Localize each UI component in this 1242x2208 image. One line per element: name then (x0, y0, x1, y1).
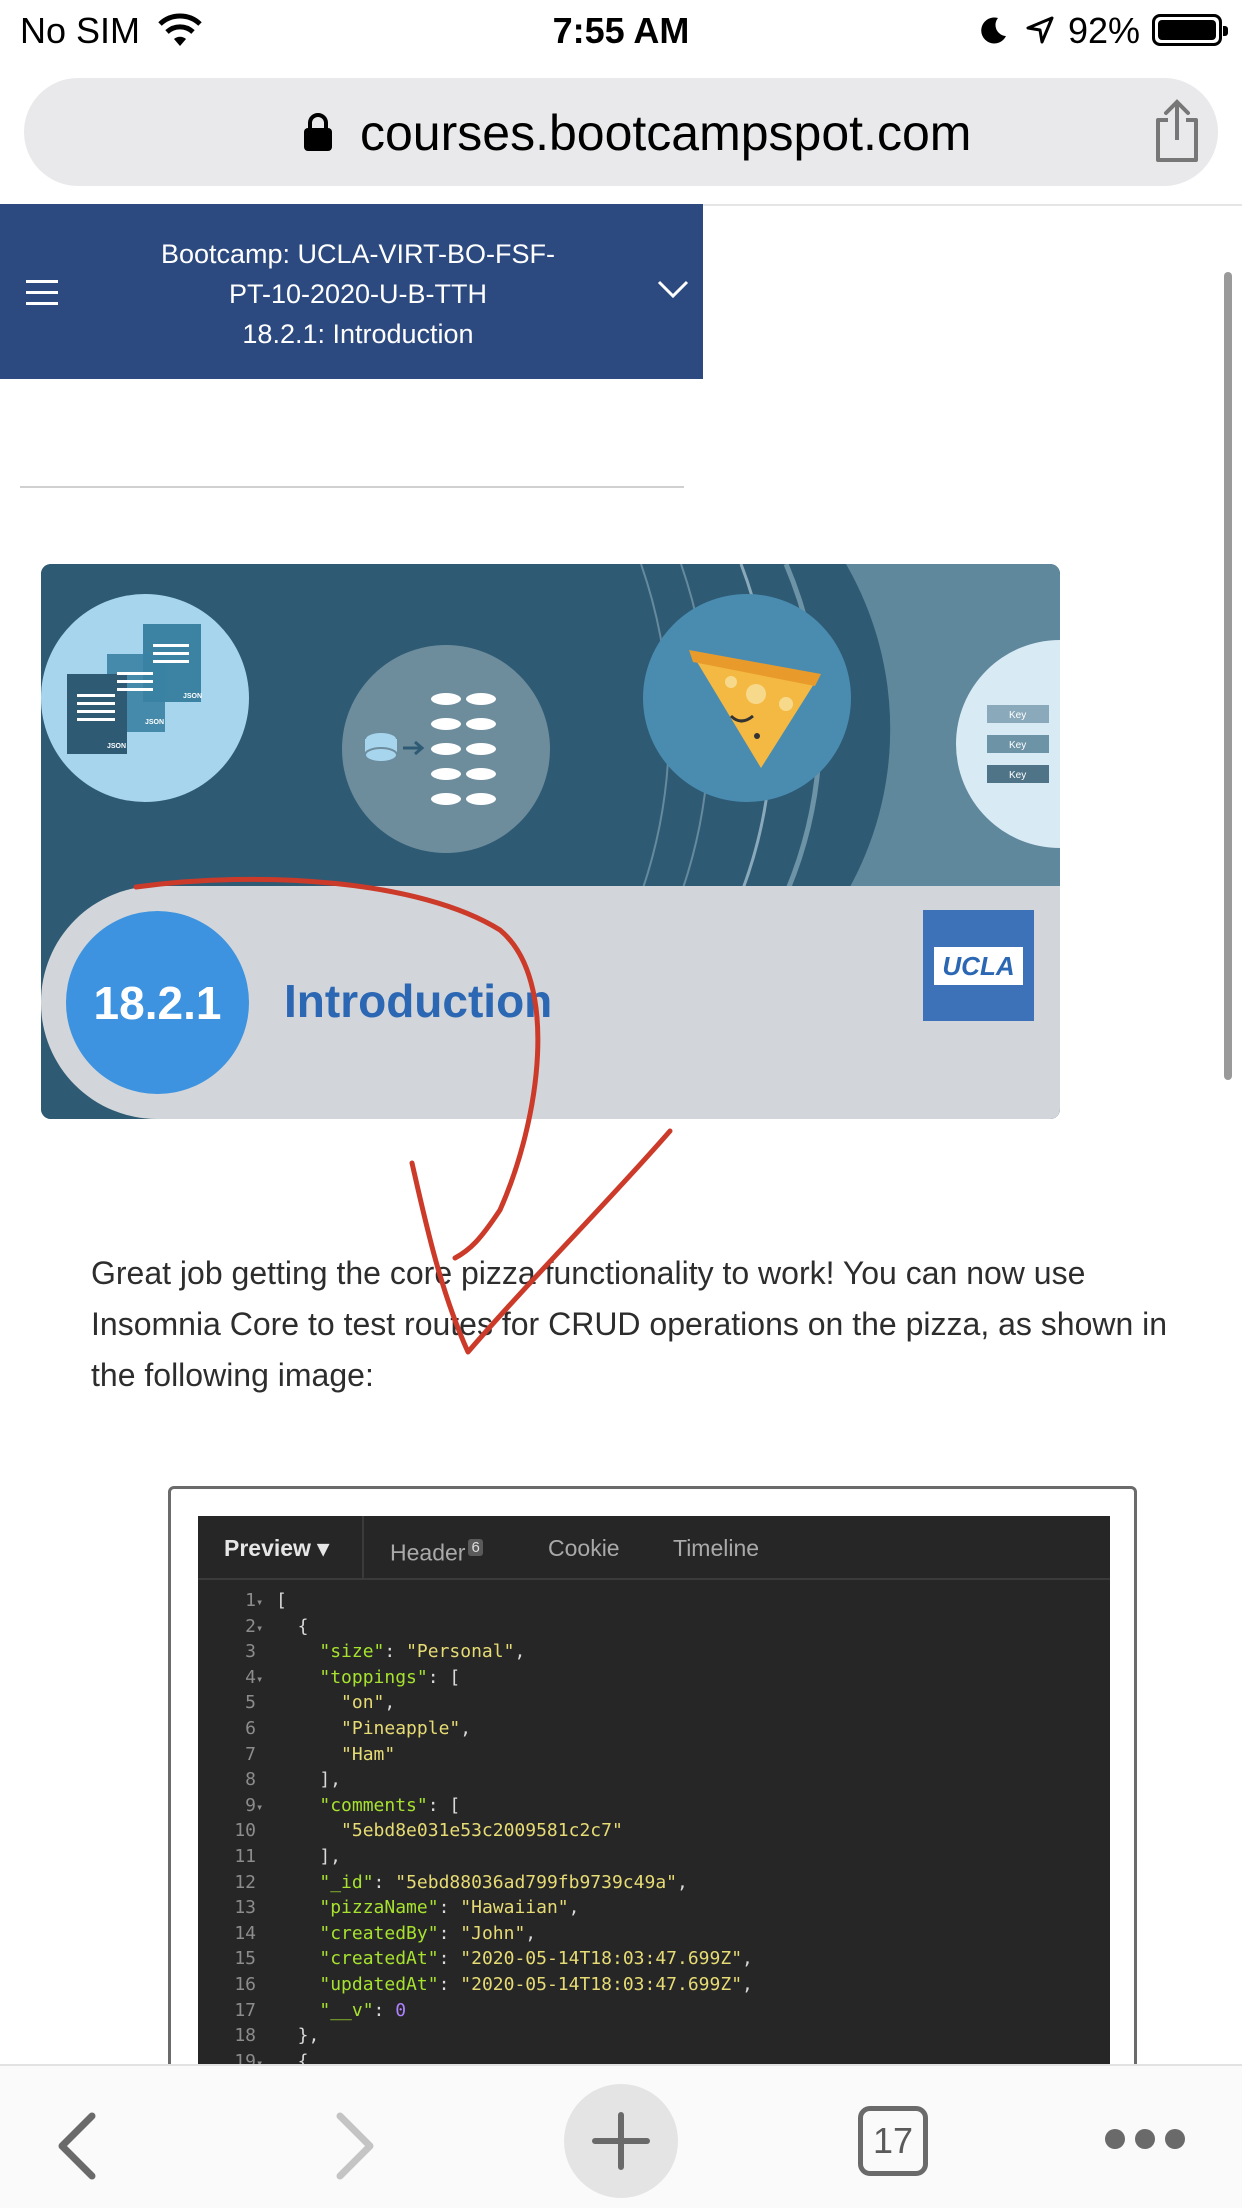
course-nav-header[interactable]: Bootcamp: UCLA-VIRT-BO-FSF- PT-10-2020-U… (0, 204, 703, 379)
plus-icon (592, 2112, 650, 2170)
url-text[interactable]: courses.bootcampspot.com (360, 104, 971, 162)
intro-paragraph: Great job getting the core pizza functio… (91, 1255, 1168, 1393)
ucla-logo-text: UCLA (934, 947, 1023, 985)
code-line: 8 ], (245, 1769, 342, 1791)
lesson-title: Introduction (284, 975, 553, 1027)
json-label-1: JSON (107, 743, 126, 750)
section-divider (20, 486, 684, 488)
battery-percent: 92% (1068, 10, 1141, 51)
address-bar[interactable]: courses.bootcampspot.com (24, 78, 1218, 186)
code-line: 10 "5ebd8e031e53c2009581c2c7" (234, 1820, 623, 1842)
code-line: 16 "updatedAt": "2020-05-14T18:03:47.699… (234, 1973, 753, 1995)
code-line: 11 ], (234, 1845, 342, 1867)
ucla-logo: UCLA (923, 910, 1034, 1021)
tab-timeline: Timeline (673, 1535, 760, 1561)
forward-icon[interactable] (322, 2110, 382, 2182)
course-title-line-1: Bootcamp: UCLA-VIRT-BO-FSF- (160, 239, 556, 269)
browser-toolbar: 17 (0, 2064, 1242, 2208)
code-line: 3 "size": "Personal", (245, 1641, 526, 1663)
key-label-1: Key (1009, 710, 1026, 721)
code-line: 15 "createdAt": "2020-05-14T18:03:47.699… (234, 1948, 753, 1970)
tab-cookie: Cookie (548, 1535, 620, 1561)
course-title-line-3: 18.2.1: Introduction (242, 319, 474, 349)
json-label-3: JSON (183, 693, 202, 700)
lesson-banner: JSON JSON JSON Key Key Key 18.2.1 Introd… (41, 564, 1060, 1119)
course-title: Bootcamp: UCLA-VIRT-BO-FSF- PT-10-2020-U… (80, 234, 636, 354)
key-label-3: Key (1009, 770, 1026, 781)
code-line: 5 "on", (245, 1692, 396, 1714)
page-scrollbar[interactable] (1224, 272, 1232, 1080)
new-tab-button[interactable] (564, 2084, 678, 2198)
json-code: 1▾[ 2▾ { 3 "size": "Personal", 4▾ "toppi… (198, 1588, 753, 2074)
code-line: 14 "createdBy": "John", (234, 1922, 537, 1944)
json-label-2: JSON (145, 719, 164, 726)
hamburger-menu-icon[interactable] (26, 280, 58, 306)
response-tabs: Preview ▾ Header 6 Cookie Timeline (198, 1516, 1110, 1580)
code-line: 4▾ "toppings": [ (245, 1666, 461, 1688)
code-line: 18 }, (234, 2025, 320, 2047)
code-line: 6 "Pineapple", (245, 1717, 472, 1739)
status-bar: No SIM 7:55 AM 92% (0, 0, 1242, 62)
lesson-number-badge: 18.2.1 (66, 911, 249, 1094)
code-line: 13 "pizzaName": "Hawaiian", (234, 1897, 580, 1919)
chevron-down-icon[interactable] (656, 278, 690, 302)
location-arrow-icon (1026, 16, 1054, 44)
tab-header: Header 6 (390, 1516, 483, 1580)
code-line: 17 "__v": 0 (234, 1999, 407, 2021)
code-line: 1▾[ (245, 1590, 287, 1611)
code-line: 7 "Ham" (245, 1743, 396, 1765)
lock-icon (304, 113, 332, 151)
share-icon[interactable] (1152, 98, 1202, 164)
more-icon[interactable] (1102, 2124, 1188, 2154)
battery-icon (1152, 14, 1228, 46)
moon-icon (981, 17, 1006, 44)
course-title-line-2: PT-10-2020-U-B-TTH (228, 279, 488, 309)
key-label-2: Key (1009, 740, 1026, 751)
code-line: 9▾ "comments": [ (245, 1794, 461, 1816)
code-line: 12 "_id": "5ebd88036ad799fb9739c49a", (234, 1871, 688, 1893)
code-line: 2▾ { (245, 1615, 309, 1637)
back-icon[interactable] (50, 2110, 110, 2182)
tab-preview: Preview ▾ (224, 1535, 329, 1561)
tabs-icon[interactable]: 17 (858, 2106, 928, 2176)
header-count-badge: 6 (468, 1539, 483, 1556)
